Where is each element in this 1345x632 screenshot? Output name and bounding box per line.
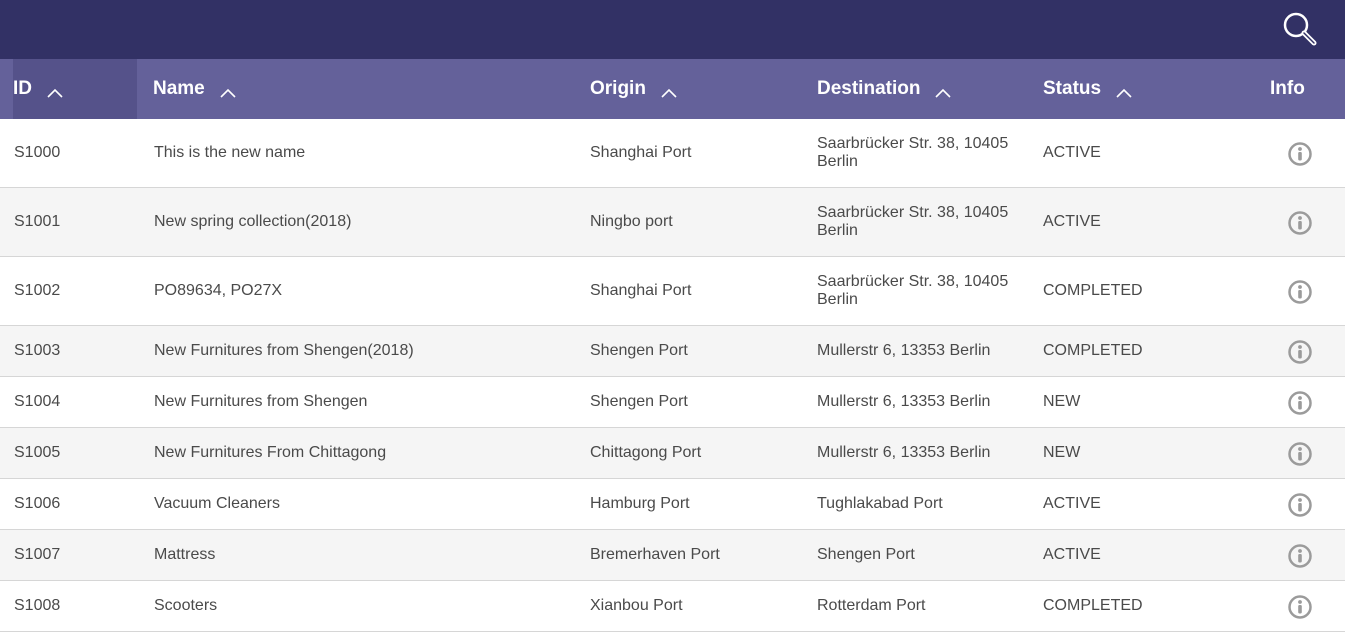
cell-destination: Mullerstr 6, 13353 Berlin: [817, 342, 991, 359]
cell-name: Scooters: [154, 597, 218, 614]
table-row[interactable]: S1002 PO89634, PO27X Shanghai Port Saarbrüc…: [0, 257, 1345, 326]
cell-status: ACTIVE: [1043, 495, 1101, 512]
column-header-status-label: Status: [1043, 78, 1102, 99]
cell-destination: Rotterdam Port: [817, 597, 926, 614]
cell-origin: Xianbou Port: [590, 597, 683, 614]
cell-id: S1006: [14, 495, 61, 512]
column-header-id-label: ID: [13, 78, 32, 99]
table-row[interactable]: S1008 Scooters Xianbou Port Rotterdam Port C…: [0, 581, 1345, 632]
table-row[interactable]: S1007 Mattress Bremerhaven Port Shengen Por…: [0, 530, 1345, 581]
info-icon[interactable]: [1287, 492, 1313, 518]
column-header-name[interactable]: Name: [153, 59, 237, 119]
cell-id: S1003: [14, 342, 61, 359]
cell-name: New Furnitures from Shengen(2018): [154, 342, 414, 359]
cell-name: Mattress: [154, 546, 216, 563]
info-icon[interactable]: [1287, 390, 1313, 416]
cell-origin: Chittagong Port: [590, 444, 702, 461]
chevron-up-icon[interactable]: [934, 83, 952, 98]
cell-status: ACTIVE: [1043, 144, 1101, 161]
info-icon[interactable]: [1287, 279, 1313, 305]
search-button[interactable]: [1280, 9, 1320, 49]
cell-origin: Hamburg Port: [590, 495, 690, 512]
cell-destination: Shengen Port: [817, 546, 915, 563]
table-row[interactable]: S1000 This is the new name Shanghai Port Sa…: [0, 119, 1345, 188]
cell-name: New Furnitures from Shengen: [154, 393, 368, 410]
cell-id: S1001: [14, 213, 61, 230]
info-icon[interactable]: [1287, 141, 1313, 167]
info-icon[interactable]: [1287, 339, 1313, 365]
cell-destination: Mullerstr 6, 13353 Berlin: [817, 444, 991, 461]
cell-name: New spring collection(2018): [154, 213, 352, 230]
cell-status: NEW: [1043, 444, 1081, 461]
cell-name: This is the new name: [154, 144, 306, 161]
column-header-status[interactable]: Status: [1043, 59, 1133, 119]
info-icon[interactable]: [1287, 441, 1313, 467]
table-header: ID Name Origin Destination Status Info: [0, 59, 1345, 119]
cell-id: S1002: [14, 282, 61, 299]
cell-id: S1007: [14, 546, 61, 563]
cell-origin: Shanghai Port: [590, 282, 692, 299]
cell-status: COMPLETED: [1043, 597, 1143, 614]
column-header-name-label: Name: [153, 78, 205, 99]
search-icon: [1283, 12, 1317, 46]
cell-destination: Saarbrücker Str. 38, 10405 Berlin: [817, 135, 1009, 170]
chevron-up-icon[interactable]: [660, 83, 678, 98]
cell-origin: Shanghai Port: [590, 144, 692, 161]
cell-name: Vacuum Cleaners: [154, 495, 280, 512]
column-header-destination-label: Destination: [817, 78, 921, 99]
cell-origin: Shengen Port: [590, 342, 688, 359]
cell-destination: Mullerstr 6, 13353 Berlin: [817, 393, 991, 410]
table-row[interactable]: S1004 New Furnitures from Shengen Shengen …: [0, 377, 1345, 428]
cell-status: COMPLETED: [1043, 342, 1143, 359]
chevron-up-icon[interactable]: [219, 83, 237, 98]
chevron-up-icon[interactable]: [1115, 83, 1133, 98]
column-header-info-label: Info: [1270, 78, 1305, 99]
cell-origin: Ningbo port: [590, 213, 673, 230]
top-bar: [0, 0, 1345, 59]
cell-name: PO89634, PO27X: [154, 282, 283, 299]
cell-id: S1000: [14, 144, 61, 161]
column-header-origin-label: Origin: [590, 78, 646, 99]
column-header-origin[interactable]: Origin: [590, 59, 678, 119]
cell-id: S1004: [14, 393, 61, 410]
cell-name: New Furnitures From Chittagong: [154, 444, 387, 461]
column-header-info: Info: [1270, 59, 1305, 119]
info-icon[interactable]: [1287, 594, 1313, 620]
cell-status: ACTIVE: [1043, 213, 1101, 230]
column-header-id[interactable]: ID: [0, 59, 137, 119]
cell-status: ACTIVE: [1043, 546, 1101, 563]
cell-status: COMPLETED: [1043, 282, 1143, 299]
cell-destination: Saarbrücker Str. 38, 10405 Berlin: [817, 273, 1009, 308]
cell-destination: Tughlakabad Port: [817, 495, 943, 512]
info-icon[interactable]: [1287, 210, 1313, 236]
cell-id: S1008: [14, 597, 61, 614]
cell-origin: Shengen Port: [590, 393, 688, 410]
cell-id: S1005: [14, 444, 61, 461]
table-row[interactable]: S1001 New spring collection(2018) Ningbo p…: [0, 188, 1345, 257]
cell-destination: Saarbrücker Str. 38, 10405 Berlin: [817, 204, 1009, 239]
table-row[interactable]: S1003 New Furnitures from Shengen(2018) Sh…: [0, 326, 1345, 377]
cell-origin: Bremerhaven Port: [590, 546, 720, 563]
table-row[interactable]: S1006 Vacuum Cleaners Hamburg Port Tughlaka…: [0, 479, 1345, 530]
cell-status: NEW: [1043, 393, 1081, 410]
chevron-up-icon[interactable]: [46, 83, 64, 98]
table-row[interactable]: S1005 New Furnitures From Chittagong Chitt…: [0, 428, 1345, 479]
info-icon[interactable]: [1287, 543, 1313, 569]
column-header-destination[interactable]: Destination: [817, 59, 952, 119]
